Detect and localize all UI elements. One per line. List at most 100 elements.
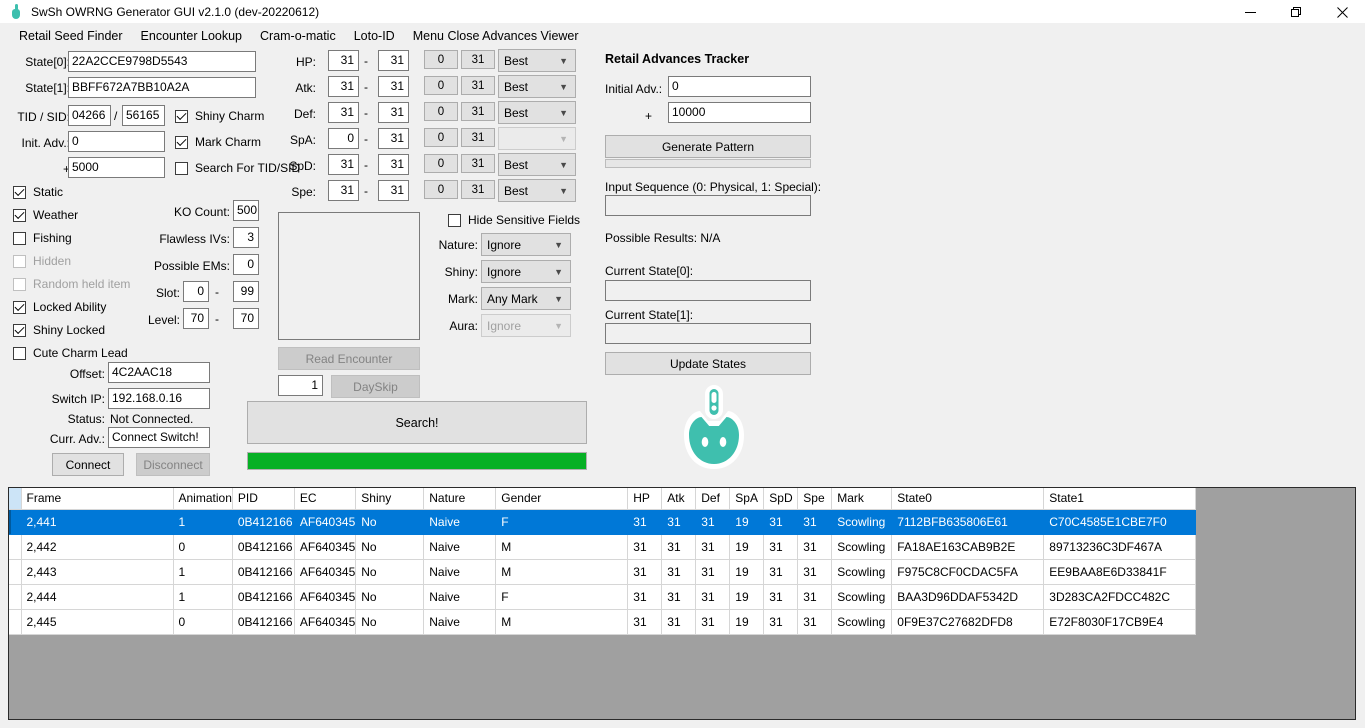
cell-state0[interactable]: BAA3D96DDAF5342D	[891, 584, 1045, 610]
column-header-frame[interactable]: Frame	[21, 488, 174, 510]
cell-gender[interactable]: M	[495, 559, 629, 585]
connect-button[interactable]: Connect	[52, 453, 124, 476]
close-icon[interactable]	[1319, 0, 1365, 24]
cell-hp[interactable]: 31	[627, 584, 663, 610]
column-header-mark[interactable]: Mark	[831, 488, 893, 510]
cell-spd[interactable]: 31	[763, 559, 799, 585]
cell-nature[interactable]: Naive	[423, 584, 497, 610]
update-states-button[interactable]: Update States	[605, 352, 811, 375]
cell-pid[interactable]: 0B412166	[232, 559, 295, 585]
cell-animation[interactable]: 1	[173, 509, 233, 535]
cell-hp[interactable]: 31	[627, 534, 663, 560]
cell-state1[interactable]: 89713236C3DF467A	[1043, 534, 1197, 560]
iv-spd-set-min-button[interactable]: 0	[424, 154, 458, 173]
cell-hp[interactable]: 31	[627, 609, 663, 635]
nature-filter-dropdown[interactable]: Ignore ▼	[481, 233, 571, 256]
column-header-nature[interactable]: Nature	[423, 488, 497, 510]
iv-def-preset-dropdown[interactable]: Best ▼	[498, 101, 576, 124]
cell-gender[interactable]: M	[495, 609, 629, 635]
row-selector-cell[interactable]	[9, 609, 22, 635]
column-header-shiny[interactable]: Shiny	[355, 488, 425, 510]
state0-input[interactable]: 22A2CCE9798D5543	[68, 51, 256, 72]
cell-nature[interactable]: Naive	[423, 609, 497, 635]
column-header-state0[interactable]: State0	[891, 488, 1045, 510]
dayskip-count-input[interactable]: 1	[278, 375, 323, 396]
cell-shiny[interactable]: No	[355, 584, 425, 610]
cell-spd[interactable]: 31	[763, 609, 799, 635]
cell-ec[interactable]: AF640345	[294, 534, 357, 560]
cell-pid[interactable]: 0B412166	[232, 609, 295, 635]
cell-hp[interactable]: 31	[627, 509, 663, 535]
cell-def[interactable]: 31	[695, 559, 731, 585]
column-header-state1[interactable]: State1	[1043, 488, 1197, 510]
cell-gender[interactable]: M	[495, 534, 629, 560]
flag-static-checkbox[interactable]: Static	[13, 185, 63, 199]
cell-animation[interactable]: 1	[173, 584, 233, 610]
cell-spa[interactable]: 19	[729, 584, 765, 610]
cell-pid[interactable]: 0B412166	[232, 534, 295, 560]
cell-frame[interactable]: 2,441	[21, 509, 174, 535]
table-row[interactable]: 2,443 1 0B412166 AF640345 No Naive M 31 31 31 19 31…	[9, 559, 1197, 585]
cell-mark[interactable]: Scowling	[831, 609, 893, 635]
column-header-atk[interactable]: Atk	[661, 488, 697, 510]
iv-spe-max-input[interactable]: 31	[378, 180, 409, 201]
iv-atk-min-input[interactable]: 31	[328, 76, 359, 97]
cell-shiny[interactable]: No	[355, 509, 425, 535]
iv-spa-max-input[interactable]: 31	[378, 128, 409, 149]
cell-mark[interactable]: Scowling	[831, 509, 893, 535]
hide-sensitive-fields-checkbox[interactable]: Hide Sensitive Fields	[448, 213, 580, 227]
iv-spa-set-max-button[interactable]: 31	[461, 128, 495, 147]
cell-animation[interactable]: 0	[173, 609, 233, 635]
tid-input[interactable]: 04266	[68, 105, 111, 126]
column-header-spd[interactable]: SpD	[763, 488, 799, 510]
init-adv-input[interactable]: 0	[68, 131, 165, 152]
cell-frame[interactable]: 2,442	[21, 534, 174, 560]
cell-ec[interactable]: AF640345	[294, 609, 357, 635]
ko-count-input[interactable]: 500	[233, 200, 259, 221]
iv-spd-min-input[interactable]: 31	[328, 154, 359, 175]
cell-pid[interactable]: 0B412166	[232, 584, 295, 610]
iv-spd-preset-dropdown[interactable]: Best ▼	[498, 153, 576, 176]
column-header-hp[interactable]: HP	[627, 488, 663, 510]
cell-shiny[interactable]: No	[355, 534, 425, 560]
level-max-input[interactable]: 70	[233, 308, 259, 329]
flag-fishing-checkbox[interactable]: Fishing	[13, 231, 72, 245]
cell-spa[interactable]: 19	[729, 509, 765, 535]
cell-def[interactable]: 31	[695, 609, 731, 635]
flag-weather-checkbox[interactable]: Weather	[13, 208, 78, 222]
cell-ec[interactable]: AF640345	[294, 584, 357, 610]
row-selector-cell[interactable]	[9, 534, 22, 560]
cell-spa[interactable]: 19	[729, 609, 765, 635]
table-row[interactable]: 2,442 0 0B412166 AF640345 No Naive M 31 31 31 19 31…	[9, 534, 1197, 560]
level-min-input[interactable]: 70	[183, 308, 209, 329]
initial-adv-input[interactable]: 0	[668, 76, 811, 97]
mark-filter-dropdown[interactable]: Any Mark ▼	[481, 287, 571, 310]
current-state1-input[interactable]	[605, 323, 811, 344]
cell-mark[interactable]: Scowling	[831, 584, 893, 610]
state1-input[interactable]: BBFF672A7BB10A2A	[68, 77, 256, 98]
iv-def-set-max-button[interactable]: 31	[461, 102, 495, 121]
curr-adv-input[interactable]: Connect Switch!	[108, 427, 210, 448]
mark-charm-checkbox[interactable]: Mark Charm	[175, 135, 261, 149]
cell-state0[interactable]: 7112BFB635806E61	[891, 509, 1045, 535]
iv-spe-set-min-button[interactable]: 0	[424, 180, 458, 199]
cell-state1[interactable]: EE9BAA8E6D33841F	[1043, 559, 1197, 585]
cell-atk[interactable]: 31	[661, 584, 697, 610]
shiny-filter-dropdown[interactable]: Ignore ▼	[481, 260, 571, 283]
cell-def[interactable]: 31	[695, 509, 731, 535]
iv-spe-min-input[interactable]: 31	[328, 180, 359, 201]
cell-mark[interactable]: Scowling	[831, 534, 893, 560]
iv-hp-set-min-button[interactable]: 0	[424, 50, 458, 69]
column-header-gender[interactable]: Gender	[495, 488, 629, 510]
table-row[interactable]: 2,445 0 0B412166 AF640345 No Naive M 31 31 31 19 31…	[9, 609, 1197, 635]
generate-pattern-button[interactable]: Generate Pattern	[605, 135, 811, 158]
cell-atk[interactable]: 31	[661, 609, 697, 635]
row-selector-cell[interactable]	[9, 509, 22, 535]
init-adv-plus-input[interactable]: 5000	[68, 157, 165, 178]
cell-spe[interactable]: 31	[797, 584, 833, 610]
iv-spd-max-input[interactable]: 31	[378, 154, 409, 175]
iv-atk-set-min-button[interactable]: 0	[424, 76, 458, 95]
flag-cute-charm-lead-checkbox[interactable]: Cute Charm Lead	[13, 346, 128, 360]
search-button[interactable]: Search!	[247, 401, 587, 444]
cell-atk[interactable]: 31	[661, 559, 697, 585]
